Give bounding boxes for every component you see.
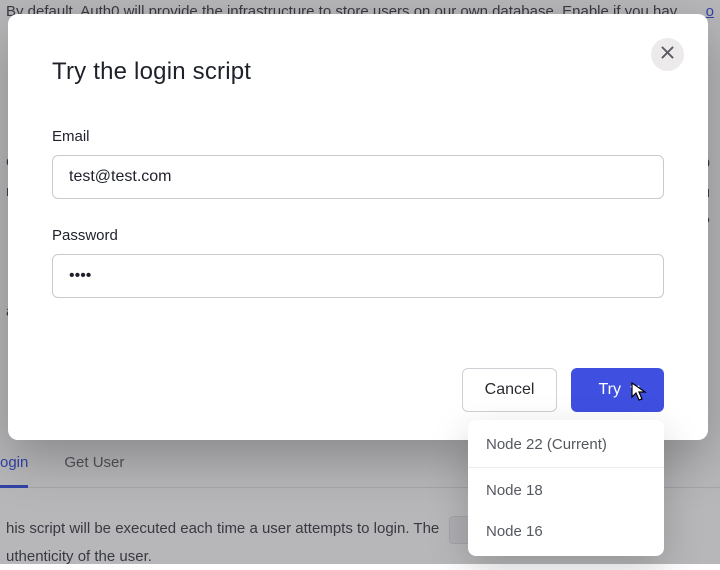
password-field[interactable] xyxy=(52,254,664,298)
try-button-label: Try xyxy=(598,381,621,399)
cancel-button[interactable]: Cancel xyxy=(462,368,558,412)
modal-actions: Cancel Try xyxy=(462,368,664,412)
chevron-down-icon xyxy=(629,381,641,399)
dropdown-item-node18[interactable]: Node 18 xyxy=(468,470,664,511)
close-button[interactable] xyxy=(651,38,684,71)
dropdown-item-node22[interactable]: Node 22 (Current) xyxy=(468,424,664,465)
try-login-modal: Try the login script Email Password Canc… xyxy=(8,14,708,440)
node-version-dropdown: Node 22 (Current) Node 18 Node 16 xyxy=(468,420,664,556)
modal-title: Try the login script xyxy=(52,58,664,86)
email-field[interactable] xyxy=(52,155,664,199)
dropdown-separator xyxy=(468,467,664,468)
email-label: Email xyxy=(52,128,664,145)
dropdown-item-node16[interactable]: Node 16 xyxy=(468,511,664,552)
close-icon xyxy=(661,46,674,64)
try-button[interactable]: Try xyxy=(571,368,664,412)
password-label: Password xyxy=(52,227,664,244)
